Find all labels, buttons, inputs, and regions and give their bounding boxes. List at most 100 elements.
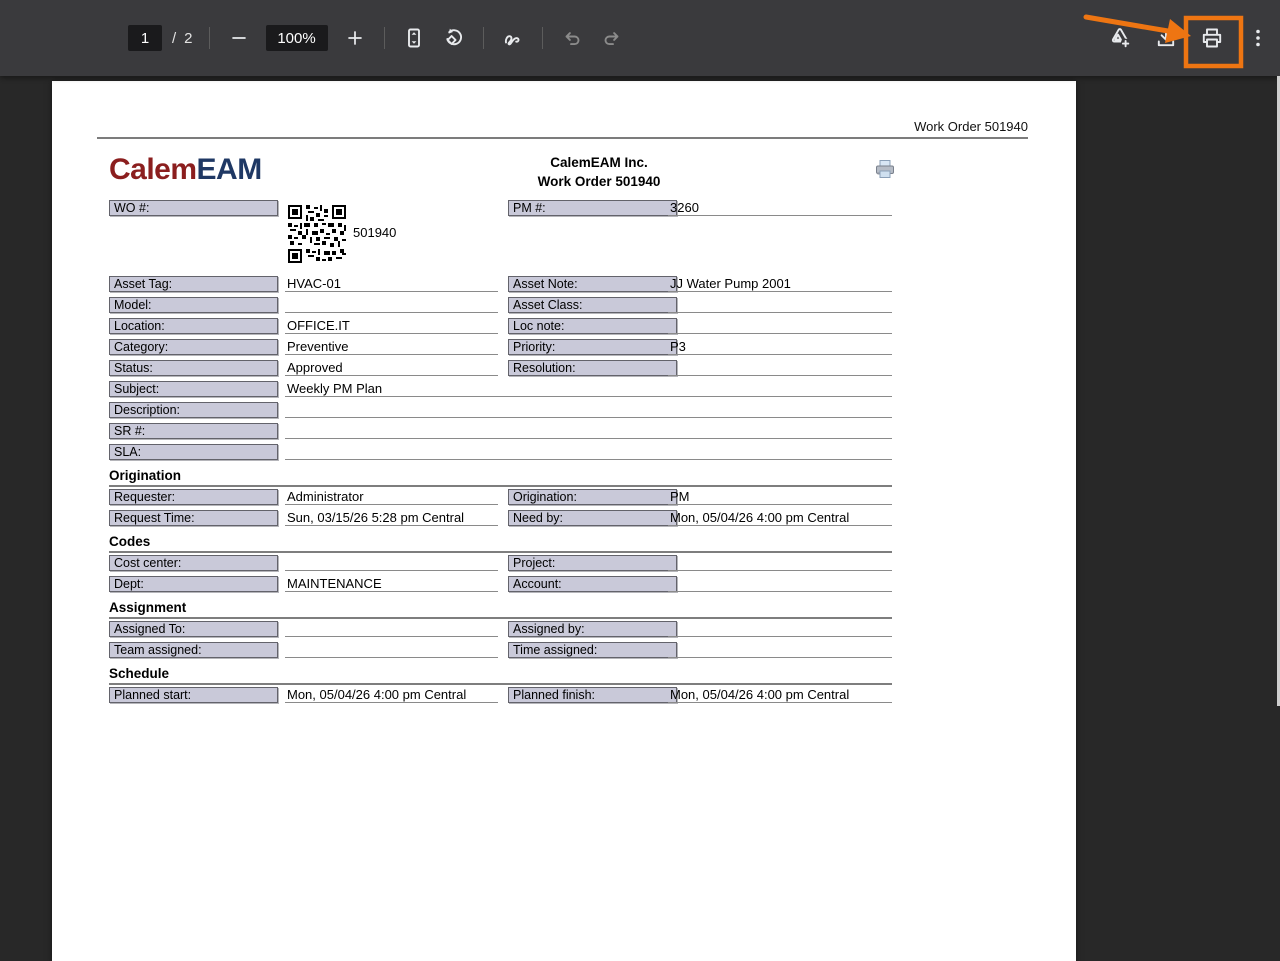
more-options-icon xyxy=(1246,26,1270,50)
field-label: Resolution: xyxy=(508,360,677,376)
field-value xyxy=(668,318,892,334)
field-label: Loc note: xyxy=(508,318,677,334)
section-title: Schedule xyxy=(109,666,892,685)
field-label: Priority: xyxy=(508,339,677,355)
field-value: HVAC-01 xyxy=(285,276,498,292)
field-label: Cost center: xyxy=(109,555,278,571)
doc-workorder-title: Work Order 501940 xyxy=(524,172,674,191)
field-value xyxy=(285,423,892,439)
field-label: SLA: xyxy=(109,444,278,460)
field-label: Requester: xyxy=(109,489,278,505)
more-options-button[interactable] xyxy=(1245,25,1271,51)
download-button[interactable] xyxy=(1153,25,1179,51)
form-row: Status: Approved Resolution: xyxy=(109,360,892,381)
field-value: Mon, 05/04/26 4:00 pm Central xyxy=(285,687,498,703)
document-printer-icon xyxy=(874,159,896,184)
form-row: Requester: Administrator Origination: PM xyxy=(109,489,892,510)
divider xyxy=(542,27,543,49)
form-row: SLA: xyxy=(109,444,892,465)
section-header: Schedule xyxy=(109,663,892,687)
form-row: Model: Asset Class: xyxy=(109,297,892,318)
field-value xyxy=(285,642,498,658)
field-value xyxy=(285,444,892,460)
page-number-input[interactable]: 1 xyxy=(128,25,162,51)
field-label: Status: xyxy=(109,360,278,376)
undo-icon xyxy=(560,26,584,50)
add-to-drive-icon xyxy=(1107,25,1133,51)
rotate-button[interactable] xyxy=(441,25,467,51)
field-label: Request Time: xyxy=(109,510,278,526)
field-value: Mon, 05/04/26 4:00 pm Central xyxy=(668,687,892,703)
field-label: Time assigned: xyxy=(508,642,677,658)
annotate-pen-icon xyxy=(500,25,526,51)
field-label: Need by: xyxy=(508,510,677,526)
field-value xyxy=(285,297,498,313)
field-value xyxy=(285,402,892,418)
field-value xyxy=(668,297,892,313)
form-row: Dept: MAINTENANCE Account: xyxy=(109,576,892,597)
section-header: Codes xyxy=(109,531,892,555)
field-value xyxy=(668,642,892,658)
divider xyxy=(384,27,385,49)
field-label: Account: xyxy=(508,576,677,592)
field-label: Origination: xyxy=(508,489,677,505)
pdf-canvas: Work Order 501940 CalemEAM CalemEAM Inc.… xyxy=(0,76,1280,706)
add-to-drive-button[interactable] xyxy=(1107,25,1133,51)
field-value: Mon, 05/04/26 4:00 pm Central xyxy=(668,510,892,526)
form-row: Asset Tag: HVAC-01 Asset Note: JJ Water … xyxy=(109,276,892,297)
section-title: Assignment xyxy=(109,600,892,619)
field-label: Model: xyxy=(109,297,278,313)
pdf-toolbar: 1 / 2 100% xyxy=(0,0,1280,76)
redo-icon xyxy=(600,26,624,50)
annotate-button[interactable] xyxy=(500,25,526,51)
download-icon xyxy=(1153,25,1179,51)
field-label: SR #: xyxy=(109,423,278,439)
plus-icon xyxy=(344,27,366,49)
field-label: Asset Note: xyxy=(508,276,677,292)
fit-page-button[interactable] xyxy=(401,25,427,51)
minus-icon xyxy=(228,27,250,49)
field-value-pm: 3260 xyxy=(668,200,892,216)
field-value xyxy=(668,621,892,637)
section-header: Assignment xyxy=(109,597,892,621)
field-value xyxy=(668,555,892,571)
qr-code xyxy=(288,205,346,263)
section-title: Codes xyxy=(109,534,892,553)
pdf-page: Work Order 501940 CalemEAM CalemEAM Inc.… xyxy=(52,81,1076,961)
divider xyxy=(209,27,210,49)
form-row: Category: Preventive Priority: P3 xyxy=(109,339,892,360)
form-row: SR #: xyxy=(109,423,892,444)
field-label: Dept: xyxy=(109,576,278,592)
field-label: Team assigned: xyxy=(109,642,278,658)
qr-value: 501940 xyxy=(353,225,396,240)
field-value: PM xyxy=(668,489,892,505)
field-value: OFFICE.IT xyxy=(285,318,498,334)
calemeam-logo: CalemEAM xyxy=(109,151,892,187)
field-value: Weekly PM Plan xyxy=(285,381,892,397)
form-row: Request Time: Sun, 03/15/26 5:28 pm Cent… xyxy=(109,510,892,531)
form-row: Team assigned: Time assigned: xyxy=(109,642,892,663)
field-value: Sun, 03/15/26 5:28 pm Central xyxy=(285,510,498,526)
field-label: Assigned by: xyxy=(508,621,677,637)
field-label: Category: xyxy=(109,339,278,355)
zoom-out-button[interactable] xyxy=(226,25,252,51)
field-label: Asset Class: xyxy=(508,297,677,313)
field-label-wo: WO #: xyxy=(109,200,278,216)
undo-button[interactable] xyxy=(559,25,585,51)
print-icon xyxy=(1199,25,1225,51)
print-button[interactable] xyxy=(1199,25,1225,51)
field-label: Subject: xyxy=(109,381,278,397)
redo-button[interactable] xyxy=(599,25,625,51)
field-value: Preventive xyxy=(285,339,498,355)
zoom-in-button[interactable] xyxy=(342,25,368,51)
field-value xyxy=(285,621,498,637)
field-value: Administrator xyxy=(285,489,498,505)
field-value xyxy=(668,360,892,376)
page-divider: / xyxy=(172,30,176,47)
form-row: Description: xyxy=(109,402,892,423)
divider xyxy=(483,27,484,49)
form-row: Subject: Weekly PM Plan xyxy=(109,381,892,402)
zoom-level-input[interactable]: 100% xyxy=(266,25,328,51)
field-label: Planned finish: xyxy=(508,687,677,703)
field-label-pm: PM #: xyxy=(508,200,677,216)
